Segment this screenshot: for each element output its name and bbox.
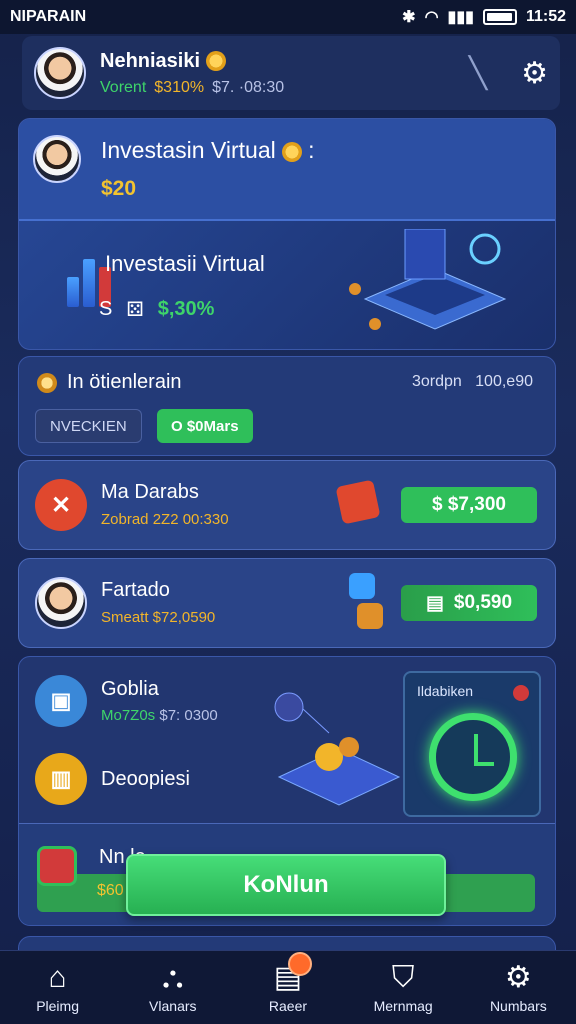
item-value: $0,590 (453, 592, 513, 613)
chart-icon: ⛬ (162, 960, 184, 994)
header-sub-value1: $310% (154, 78, 205, 96)
nav-item-chart[interactable]: ⛬ Vlanars (123, 960, 223, 1014)
gear-icon[interactable]: ⚙ (521, 56, 548, 91)
status-time: 11:52 (525, 8, 566, 25)
blocks-icon (357, 603, 383, 629)
isometric-coins-icon (274, 692, 401, 806)
nav-label: Numbars (489, 997, 547, 1014)
timer-widget[interactable]: Ildabiken (403, 671, 541, 817)
item-name: Fartado (101, 579, 170, 601)
nav-label: Vlanars (149, 997, 197, 1014)
notification-badge (287, 951, 312, 976)
item-sub-a: Mo7Z0s (101, 707, 156, 724)
battery-icon (482, 9, 517, 25)
nav-label: Raeer (268, 997, 308, 1014)
dice-icon: ⚄ (126, 299, 144, 321)
item-value: $60 (97, 882, 124, 899)
avatar[interactable] (34, 47, 86, 99)
item-value-button[interactable]: ▤ $0,590 (401, 585, 537, 621)
section-right-a: 3ordpn (411, 373, 462, 390)
list-item[interactable]: Fartado Smeatt $72,0590 ▤ $0,590 (18, 558, 556, 648)
list-item[interactable]: ▣ Goblia Mo7Z0s $7: 0300 (35, 675, 218, 727)
calculator-icon: ▣ (35, 675, 87, 727)
hero-row-value: $,30% (157, 298, 215, 320)
tools-icon: ✕ (35, 479, 87, 531)
nav-label: Mernmag (373, 997, 433, 1014)
alert-dot-icon (513, 685, 529, 701)
gear-icon: ⚙ (504, 960, 532, 994)
item-sub-b: $7: 0300 (159, 707, 218, 724)
shield-icon: ⛉ (391, 960, 415, 994)
item-sub: Smeatt $72,0590 (101, 609, 216, 626)
nav-item-settings[interactable]: ⚙ Numbars (468, 960, 568, 1014)
avatar (33, 135, 81, 183)
bottom-navigation: ⌂ Pleimg ⛬ Vlanars ▤ Raeer ⛉ Mernmag ⚙ N… (0, 950, 576, 1024)
more-icon[interactable]: : (308, 137, 314, 163)
home-icon: ⌂ (48, 960, 67, 994)
primary-cta-button[interactable]: KoNlun (126, 854, 446, 916)
investment-section: In ötienlerain 3ordpn 100,e90 NVECKIEN O… (18, 356, 556, 456)
investment-hero-card[interactable]: Investasin Virtual : $20 Investasii Virt… (18, 118, 556, 350)
header-sub-label: Vorent (100, 78, 147, 96)
nav-item-home[interactable]: ⌂ Pleimg (8, 960, 108, 1014)
item-sub: Zobrad 2Z2 00:330 (101, 511, 229, 528)
nav-label: Pleimg (36, 997, 79, 1014)
carrier-name: NIPARAIN (10, 8, 87, 25)
user-name: Nehniasiki (100, 49, 201, 72)
header-sub-value2: $7. ·08:30 (212, 78, 285, 96)
isometric-keyboard-icon (349, 229, 507, 330)
hero-title-secondary: Investasii Virtual (105, 251, 265, 276)
avatar (35, 577, 87, 629)
cube-icon (335, 479, 381, 525)
hero-title: Investasin Virtual (101, 137, 276, 163)
item-name: Ma Darabs (101, 481, 199, 503)
profile-header: Nehniasiki Vorent $310% $7. ·08:30 ╲ ⚙ (22, 36, 560, 110)
clock-icon (429, 713, 517, 801)
app-icon (37, 846, 77, 886)
section-right-b: 100,e90 (475, 373, 533, 390)
item-value-button[interactable]: $ $7,300 (401, 487, 537, 523)
coin-icon (206, 51, 227, 72)
filter-tab-inactive[interactable]: NVECKIEN (35, 409, 142, 443)
medal-icon (37, 372, 57, 393)
hero-value: $20 (101, 177, 137, 200)
item-name: Deoopiesi (101, 767, 190, 790)
stack-icon: ▤ (425, 592, 444, 614)
hero-row-s: S (99, 298, 113, 320)
wallet-icon: ▥ (35, 753, 87, 805)
nav-item-document[interactable]: ▤ Raeer (238, 951, 338, 1014)
edit-icon[interactable]: ╲ (469, 56, 487, 91)
blocks-icon (349, 573, 375, 599)
list-item[interactable]: ▥ Deoopiesi (35, 753, 190, 805)
list-item[interactable]: ✕ Ma Darabs Zobrad 2Z2 00:330 $ $7,300 (18, 460, 556, 550)
wifi-icon: ◠ (424, 9, 439, 26)
nav-item-shield[interactable]: ⛉ Mernmag (353, 960, 453, 1014)
item-name: Goblia (101, 678, 159, 700)
timer-label: Ildabiken (417, 683, 474, 699)
signal-icon: ▮▮▮ (447, 9, 474, 26)
section-title: In ötienlerain (67, 371, 182, 393)
bluetooth-icon: ✱ (402, 9, 416, 26)
filter-tab-active[interactable]: O $0Mars (157, 409, 253, 443)
status-bar: NIPARAIN ✱ ◠ ▮▮▮ 11:52 (0, 0, 576, 34)
coin-icon (281, 141, 302, 162)
